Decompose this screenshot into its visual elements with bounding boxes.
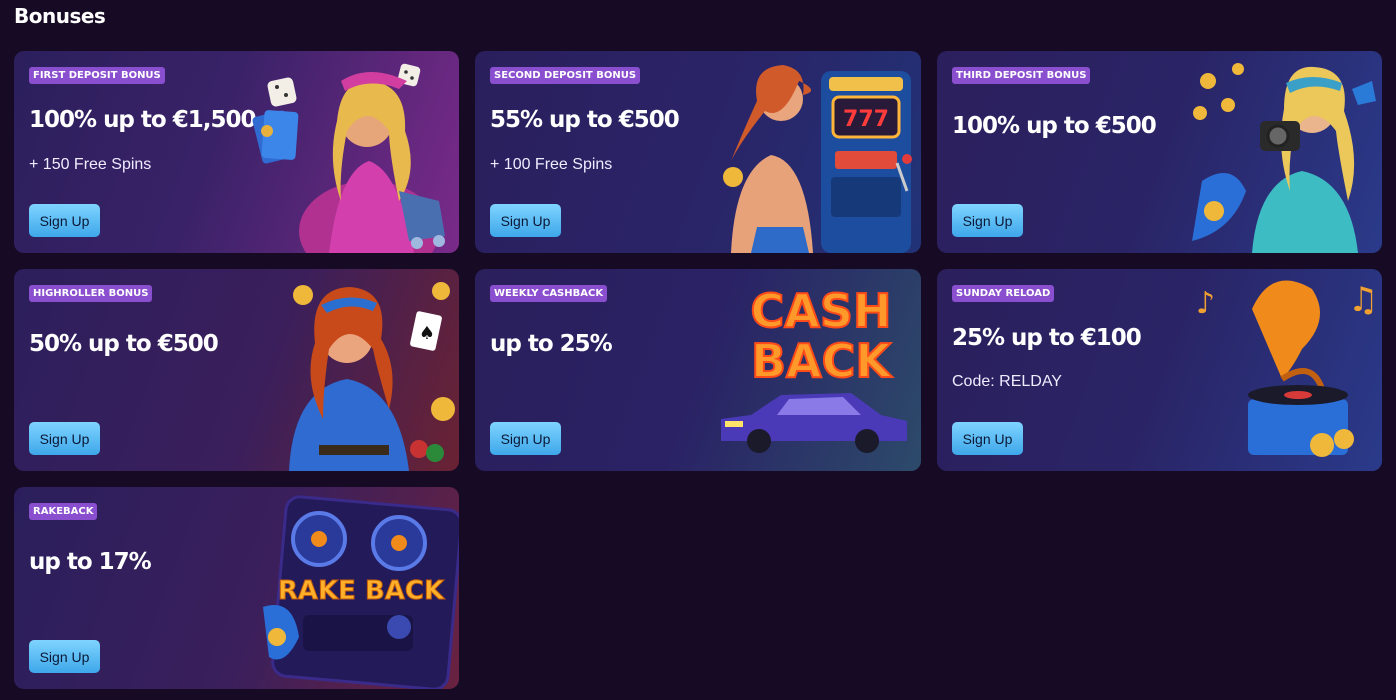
bonus-badge: THIRD DEPOSIT BONUS <box>952 67 1091 84</box>
bonus-card-first-deposit: FIRST DEPOSIT BONUS 100% up to €1,500 + … <box>14 51 459 253</box>
bonus-badge: RAKEBACK <box>29 503 98 520</box>
bonus-headline: 55% up to €500 <box>490 107 680 133</box>
bonus-headline: 100% up to €1,500 <box>29 107 256 133</box>
woman-camera-coins-illustration <box>1172 51 1382 253</box>
bonus-card-sunday-reload: SUNDAY RELOAD 25% up to €100 Code: RELDA… <box>937 269 1382 471</box>
bonus-headline: 100% up to €500 <box>952 113 1157 139</box>
bonus-subtext: + 150 Free Spins <box>29 156 152 173</box>
bonus-headline: 25% up to €100 <box>952 325 1142 351</box>
svg-text:♠: ♠ <box>419 323 435 344</box>
bonus-card-weekly-cashback: WEEKLY CASHBACK up to 25% Sign Up CASH B… <box>475 269 921 471</box>
gramophone-music-illustration: ♪ ♫ <box>1172 269 1382 471</box>
sign-up-button[interactable]: Sign Up <box>29 640 100 673</box>
art-text: BACK <box>751 334 893 388</box>
sign-up-button[interactable]: Sign Up <box>490 204 561 237</box>
svg-text:♫: ♫ <box>1348 280 1378 320</box>
sign-up-button[interactable]: Sign Up <box>29 422 100 455</box>
bonus-badge: WEEKLY CASHBACK <box>490 285 608 302</box>
bonus-badge: SECOND DEPOSIT BONUS <box>490 67 641 84</box>
bonus-card-rakeback: RAKEBACK up to 17% Sign Up RAKE BACK <box>14 487 459 689</box>
cashback-car-illustration: CASH BACK <box>711 269 921 471</box>
bonus-headline: 50% up to €500 <box>29 331 219 357</box>
woman-with-cards-dice-illustration <box>249 51 459 253</box>
woman-slot-machine-illustration: 777 <box>711 51 921 253</box>
svg-text:♪: ♪ <box>1196 286 1215 321</box>
woman-ace-card-chips-illustration: ♠ <box>249 269 459 471</box>
bonus-badge: SUNDAY RELOAD <box>952 285 1055 302</box>
bonus-grid: FIRST DEPOSIT BONUS 100% up to €1,500 + … <box>14 51 1382 689</box>
bonus-headline: up to 25% <box>490 331 613 357</box>
sign-up-button[interactable]: Sign Up <box>952 204 1023 237</box>
sign-up-button[interactable]: Sign Up <box>490 422 561 455</box>
sign-up-button[interactable]: Sign Up <box>29 204 100 237</box>
bonus-card-second-deposit: SECOND DEPOSIT BONUS 55% up to €500 + 10… <box>475 51 921 253</box>
bonus-subtext: + 100 Free Spins <box>490 156 613 173</box>
art-text: RAKE BACK <box>278 576 445 606</box>
bonus-subtext: Code: RELDAY <box>952 373 1062 390</box>
bonus-badge: HIGHROLLER BONUS <box>29 285 153 302</box>
bonus-badge: FIRST DEPOSIT BONUS <box>29 67 165 84</box>
bonus-card-highroller: HIGHROLLER BONUS 50% up to €500 Sign Up … <box>14 269 459 471</box>
bonus-card-third-deposit: THIRD DEPOSIT BONUS 100% up to €500 Sign… <box>937 51 1382 253</box>
sign-up-button[interactable]: Sign Up <box>952 422 1023 455</box>
bonus-headline: up to 17% <box>29 549 152 575</box>
svg-text:777: 777 <box>843 107 889 132</box>
page-title: Bonuses <box>14 4 106 28</box>
art-text: CASH <box>751 284 892 338</box>
rakeback-tape-deck-illustration: RAKE BACK <box>249 487 459 689</box>
